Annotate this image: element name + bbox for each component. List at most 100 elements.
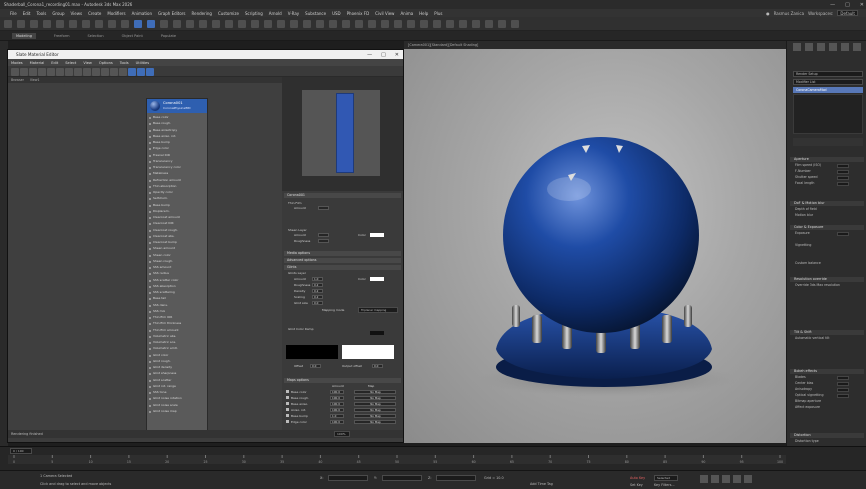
node-slot[interactable]: Glint color — [149, 353, 207, 359]
toolbar-button-icon[interactable] — [303, 20, 311, 28]
sme-tool-icon[interactable] — [92, 68, 100, 76]
toolbar-button-icon[interactable] — [225, 20, 233, 28]
node-slot[interactable]: Thin film thickness — [149, 321, 207, 327]
toolbar-button-icon[interactable] — [342, 20, 350, 28]
sme-tool-icon[interactable] — [101, 68, 109, 76]
sme-tool-icon[interactable] — [146, 68, 154, 76]
section-dof[interactable]: DoF & Motion blur — [790, 201, 864, 206]
toolbar-button-icon[interactable] — [459, 20, 467, 28]
sme-tool-icon[interactable] — [47, 68, 55, 76]
node-slot[interactable]: Base anisotropy — [149, 128, 207, 134]
toolbar-button-icon[interactable] — [199, 20, 207, 28]
map-enable-checkbox[interactable] — [286, 414, 289, 417]
node-slot[interactable]: Fresnel IOR — [149, 153, 207, 159]
modify-tab-icon[interactable] — [805, 43, 813, 51]
node-slot[interactable]: Volumetric sca. — [149, 340, 207, 346]
node-slot[interactable]: SSS amount — [149, 265, 207, 271]
node-slot[interactable]: Translucency — [149, 159, 207, 165]
sme-tool-icon[interactable] — [11, 68, 19, 76]
toolbar-button-icon[interactable] — [381, 20, 389, 28]
thin-film-amount-spinner[interactable] — [318, 206, 329, 210]
node-slot[interactable]: SSS radius — [149, 271, 207, 277]
toolbar-button-icon[interactable] — [238, 20, 246, 28]
toolbar-button-icon[interactable] — [69, 20, 77, 28]
sme-menu-utilities[interactable]: Utilities — [136, 61, 150, 65]
node-header[interactable]: Corona001 CoronaPhysicalMtl — [147, 99, 207, 113]
menu-customize[interactable]: Customize — [218, 11, 239, 16]
sme-menu-view[interactable]: View — [83, 61, 92, 65]
menu-civil-view[interactable]: Civil View — [375, 11, 394, 16]
node-slot[interactable]: Glint rough. — [149, 359, 207, 365]
map-amount-spinner[interactable]: 100.0 — [330, 402, 344, 406]
anisotropy-spinner[interactable] — [837, 388, 849, 392]
map-enable-checkbox[interactable] — [286, 408, 289, 411]
node-slot[interactable]: Thin film IOR — [149, 315, 207, 321]
node-slot[interactable]: Glint rot. range — [149, 384, 207, 390]
toolbar-button-icon[interactable] — [277, 20, 285, 28]
mapping-mode-select[interactable]: Triplanar mapping — [358, 307, 398, 313]
sheen-color-swatch[interactable] — [370, 233, 384, 237]
node-slot[interactable]: Volumetric emit. — [149, 346, 207, 352]
map-slot-button[interactable]: No Map — [354, 390, 396, 394]
row-auto-vert-tilt[interactable]: Automatic vertical tilt — [795, 336, 830, 341]
sme-tool-icon[interactable] — [65, 68, 73, 76]
offset-spinner[interactable]: 0.0 — [310, 364, 321, 368]
menu-animation[interactable]: Animation — [132, 11, 152, 16]
node-slot[interactable]: Thin film amount — [149, 328, 207, 334]
menu-help[interactable]: Help — [419, 11, 428, 16]
rollout-title[interactable]: Corona001 — [284, 193, 401, 198]
map-enable-checkbox[interactable] — [286, 420, 289, 423]
node-slot[interactable]: Base bump — [149, 203, 207, 209]
sme-tool-icon[interactable] — [29, 68, 37, 76]
sme-menu-options[interactable]: Options — [99, 61, 113, 65]
toolbar-button-icon[interactable] — [4, 20, 12, 28]
row-motion-blur[interactable]: Motion blur — [795, 213, 813, 218]
rollout-media-options[interactable]: Media options — [284, 251, 401, 256]
sme-maximize-icon[interactable]: □ — [381, 52, 386, 58]
menu-views[interactable]: Views — [71, 11, 83, 16]
modifier-list-select[interactable]: Modifier List — [793, 79, 863, 85]
toolbar-button-icon[interactable] — [433, 20, 441, 28]
tab-view1[interactable]: View1 — [30, 78, 40, 82]
node-slot[interactable]: SSS scattering — [149, 290, 207, 296]
toolbar-button-icon[interactable] — [212, 20, 220, 28]
user-name[interactable]: Rasmus Zanica — [774, 11, 805, 16]
toolbar-button-icon[interactable] — [329, 20, 337, 28]
menu-v-ray[interactable]: V-Ray — [288, 11, 299, 16]
time-slider[interactable]: 0 / 100 — [10, 448, 32, 454]
next-frame-icon[interactable] — [733, 475, 741, 483]
ribbon-tab-object-paint[interactable]: Object Paint — [122, 34, 143, 38]
menu-graph-editors[interactable]: Graph Editors — [158, 11, 185, 16]
node-slot[interactable]: SSS mix — [149, 309, 207, 315]
glints-roughness-spinner[interactable]: 0.2 — [312, 283, 323, 287]
menu-plus[interactable]: Plus — [434, 11, 442, 16]
toolbar-button-icon[interactable] — [485, 20, 493, 28]
zoom-select[interactable]: 100% — [334, 431, 350, 437]
toolbar-button-icon[interactable] — [316, 20, 324, 28]
toolbar-button-icon[interactable] — [186, 20, 194, 28]
trackbar[interactable]: 0 5 10 15 20 25 30 35 40 45 50 55 60 65 70 75 80 85 90 95 10… — [8, 455, 786, 464]
glints-amount-spinner[interactable]: 1.0 — [312, 277, 323, 281]
x-field[interactable] — [328, 475, 368, 481]
rollout-maps-options[interactable]: Maps options — [284, 378, 401, 383]
sme-menu-edit[interactable]: Edit — [51, 61, 58, 65]
sme-tool-icon[interactable] — [74, 68, 82, 76]
node-slot[interactable]: Base bump — [149, 140, 207, 146]
menu-scripting[interactable]: Scripting — [245, 11, 263, 16]
node-view[interactable] — [8, 83, 282, 430]
key-filters-button[interactable]: Key Filters... — [654, 483, 675, 487]
map-slot-button[interactable]: No Map — [354, 396, 396, 400]
toolbar-button-icon[interactable] — [355, 20, 363, 28]
node-slot[interactable]: SSS absorption — [149, 284, 207, 290]
menu-rendering[interactable]: Rendering — [192, 11, 212, 16]
node-slot[interactable]: Glint noise rotation — [149, 396, 207, 402]
toolbar-button-icon[interactable] — [251, 20, 259, 28]
material-node[interactable]: Corona001 CoronaPhysicalMtl Base color Ba… — [146, 98, 208, 431]
toolbar-button-icon[interactable] — [420, 20, 428, 28]
menu-file[interactable]: File — [10, 11, 17, 16]
hierarchy-tab-icon[interactable] — [817, 43, 825, 51]
toolbar-button-icon[interactable] — [108, 20, 116, 28]
row-custom-balance[interactable]: Custom balance — [795, 261, 821, 266]
section-aperture[interactable]: Aperture — [790, 157, 864, 162]
row-bitmap-aperture[interactable]: Bitmap aperture — [795, 399, 821, 404]
